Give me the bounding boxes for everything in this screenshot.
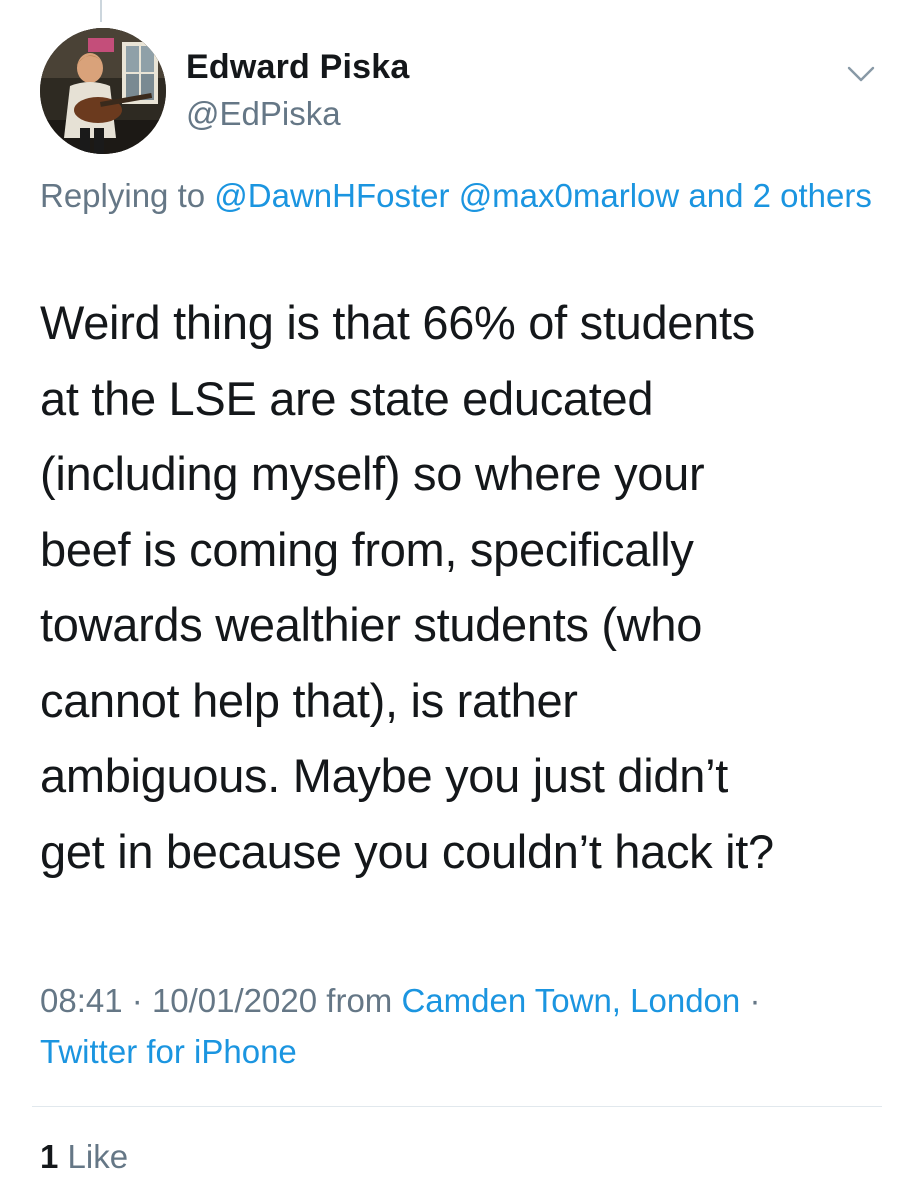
avatar[interactable] xyxy=(40,28,166,154)
chevron-down-icon[interactable] xyxy=(843,60,879,88)
tweet-text-line: get in because you couldn’t hack it? xyxy=(40,824,774,878)
and-others-link[interactable]: and 2 others xyxy=(688,177,871,214)
author-name[interactable]: Edward Piska xyxy=(186,48,410,87)
tweet-text-line: ambiguous. Maybe you just didn’t xyxy=(40,749,728,802)
tweet-text-line: towards wealthier students (who xyxy=(40,598,703,651)
tweet-text-line: Weird thing is that 66% of students xyxy=(40,296,755,349)
tweet-text-line: (including myself) so where your xyxy=(40,447,705,500)
tweet-text: Weird thing is that 66% of students at t… xyxy=(40,285,890,889)
tweet-meta: 08:41 · 10/01/2020 from Camden Town, Lon… xyxy=(40,975,890,1077)
mention-link[interactable]: @DawnHFoster xyxy=(214,177,449,214)
replying-prefix: Replying to xyxy=(40,177,206,214)
tweet-date: 10/01/2020 xyxy=(151,982,318,1019)
mention-link[interactable]: @max0marlow xyxy=(459,177,680,214)
location-link[interactable]: Camden Town, London xyxy=(401,982,740,1019)
meta-separator: · xyxy=(749,982,761,1019)
tweet-text-line: at the LSE are state educated xyxy=(40,371,654,425)
replying-to-line: Replying to @DawnHFoster @max0marlow and… xyxy=(40,170,880,221)
likes-count[interactable]: 1 Like xyxy=(40,1138,128,1176)
tweet-time: 08:41 xyxy=(40,982,123,1019)
meta-separator: · xyxy=(131,982,143,1019)
tweet-text-line: cannot help that), is rather xyxy=(40,673,578,727)
tweet-text-line: beef is coming from, specifically xyxy=(40,522,694,576)
divider xyxy=(32,1106,882,1107)
avatar-photo xyxy=(40,28,166,154)
from-label: from xyxy=(326,982,393,1019)
like-count-label: Like xyxy=(67,1138,129,1175)
thread-connector-line xyxy=(100,0,102,22)
like-count-number: 1 xyxy=(40,1138,59,1175)
client-link[interactable]: Twitter for iPhone xyxy=(40,1033,297,1070)
author-handle[interactable]: @EdPiska xyxy=(186,95,341,133)
